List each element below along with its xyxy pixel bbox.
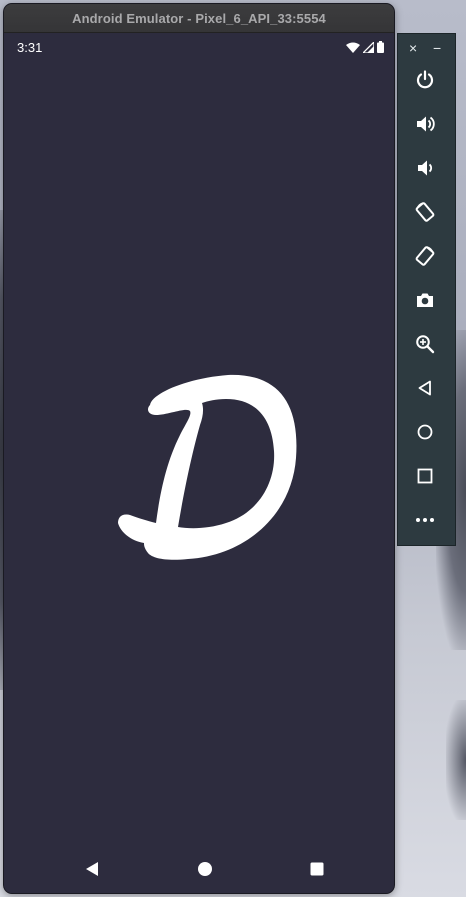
minimize-icon[interactable]: − — [433, 40, 441, 56]
emulator-toolbar: × − — [397, 33, 456, 546]
device-screen[interactable]: 3:31 — [10, 33, 390, 893]
rotate-left-icon — [415, 202, 435, 222]
toolbar-window-controls: × − — [398, 40, 455, 56]
cellular-signal-icon — [363, 41, 374, 53]
toolbar-home-button[interactable] — [412, 419, 438, 445]
nav-home-button[interactable] — [191, 855, 219, 883]
screenshot-button[interactable] — [412, 287, 438, 313]
status-time: 3:31 — [17, 40, 43, 55]
navigation-bar — [10, 843, 390, 893]
overview-icon — [417, 468, 433, 484]
battery-icon — [377, 41, 384, 53]
back-icon — [418, 380, 431, 396]
camera-icon — [417, 293, 433, 307]
status-icons — [346, 41, 384, 53]
close-icon[interactable]: × — [409, 40, 417, 56]
toolbar-overview-button[interactable] — [412, 463, 438, 489]
rotate-left-button[interactable] — [412, 199, 438, 225]
more-dots-icon — [416, 518, 434, 522]
nav-recents-button[interactable] — [303, 855, 331, 883]
home-circle-icon — [198, 862, 212, 876]
power-icon — [416, 70, 434, 89]
volume-down-icon — [418, 160, 433, 176]
background-rock-right-lower — [446, 700, 466, 820]
rotate-right-icon — [415, 246, 435, 266]
wifi-icon — [346, 42, 360, 53]
window-title-bar[interactable]: Android Emulator - Pixel_6_API_33:5554 — [4, 4, 394, 33]
toolbar-back-button[interactable] — [412, 375, 438, 401]
rotate-right-button[interactable] — [412, 243, 438, 269]
home-icon — [417, 424, 433, 440]
zoom-button[interactable] — [412, 331, 438, 357]
volume-down-button[interactable] — [412, 155, 438, 181]
zoom-in-icon — [416, 335, 435, 354]
recents-square-icon — [310, 862, 324, 876]
back-triangle-icon — [86, 862, 98, 876]
volume-up-button[interactable] — [412, 111, 438, 137]
status-bar: 3:31 — [10, 33, 390, 61]
nav-back-button[interactable] — [78, 855, 106, 883]
power-button[interactable] — [412, 67, 438, 93]
volume-up-icon — [417, 116, 435, 132]
window-title: Android Emulator - Pixel_6_API_33:5554 — [72, 10, 326, 26]
app-logo — [108, 363, 298, 563]
more-options-button[interactable] — [412, 507, 438, 533]
emulator-window: Android Emulator - Pixel_6_API_33:5554 3… — [3, 3, 395, 894]
logo-d-glyph — [118, 374, 297, 560]
